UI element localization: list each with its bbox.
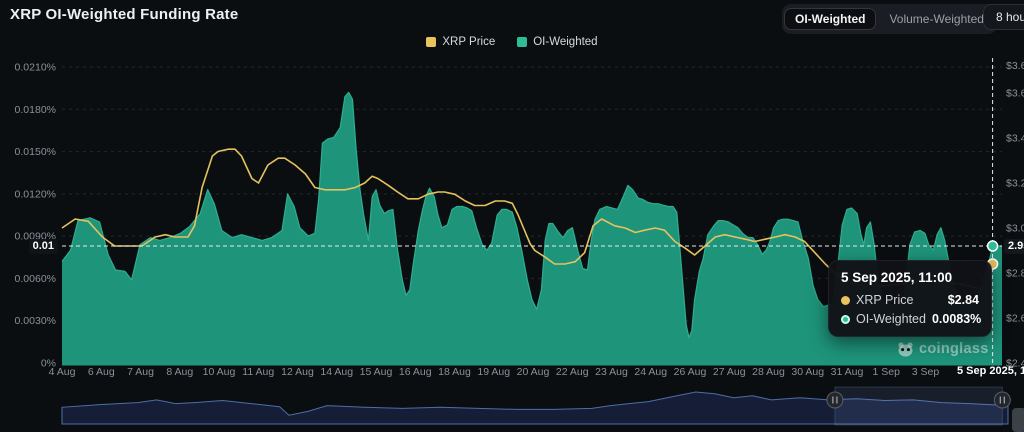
svg-text:0.0150%: 0.0150% [15, 146, 56, 158]
svg-text:20 Aug: 20 Aug [517, 366, 550, 378]
tooltip-value: 0.0083% [932, 312, 981, 326]
navigator-selection[interactable] [835, 387, 1002, 425]
crosshair-date-tag: 5 Sep 2025, 11:00 [957, 365, 1024, 377]
svg-text:10 Aug: 10 Aug [203, 366, 236, 378]
svg-text:0.0120%: 0.0120% [15, 188, 56, 200]
svg-text:1 Sep: 1 Sep [873, 366, 901, 378]
svg-text:$2.8: $2.8 [1006, 268, 1024, 280]
svg-text:18 Aug: 18 Aug [438, 366, 471, 378]
svg-text:$2.6: $2.6 [1006, 313, 1024, 325]
tooltip-row-xrp-price: XRP Price $2.84 [841, 293, 979, 307]
svg-text:$3.0: $3.0 [1006, 223, 1024, 235]
svg-text:$3.6: $3.6 [1006, 88, 1024, 100]
svg-text:11 Aug: 11 Aug [242, 366, 274, 378]
svg-text:28 Aug: 28 Aug [752, 366, 785, 378]
chart-tooltip: 5 Sep 2025, 11:00 XRP Price $2.84 OI-Wei… [828, 260, 992, 337]
svg-text:14 Aug: 14 Aug [320, 366, 353, 378]
tooltip-value: $2.84 [948, 293, 979, 307]
svg-text:4 Aug: 4 Aug [49, 366, 76, 378]
crosshair-left-value-tag: 0.01 [29, 239, 58, 254]
svg-text:0.0060%: 0.0060% [15, 273, 56, 285]
svg-text:30 Aug: 30 Aug [791, 366, 824, 378]
xrp-price-dot-icon [841, 296, 850, 305]
svg-text:22 Aug: 22 Aug [556, 366, 589, 378]
scrollbar-thumb[interactable] [1012, 408, 1024, 432]
svg-text:3 Sep: 3 Sep [912, 366, 940, 378]
navigator[interactable] [62, 387, 1024, 432]
oi-weighted-marker [988, 241, 998, 251]
tooltip-row-oi-weighted: OI-Weighted 0.0083% [841, 312, 979, 326]
funding-rate-page: { "header": { "title": "XRP OI-Weighted … [0, 0, 1024, 432]
oi-weighted-dot-icon [841, 315, 850, 324]
svg-text:23 Aug: 23 Aug [595, 366, 628, 378]
svg-text:24 Aug: 24 Aug [634, 366, 667, 378]
svg-text:16 Aug: 16 Aug [399, 366, 432, 378]
svg-text:0.0030%: 0.0030% [15, 315, 56, 327]
funding-rate-chart[interactable]: 0%0.0030%0.0060%0.0090%0.0120%0.0150%0.0… [0, 0, 1024, 432]
tooltip-label: OI-Weighted [856, 312, 926, 326]
navigator-handle-right[interactable] [994, 392, 1010, 408]
tooltip-timestamp: 5 Sep 2025, 11:00 [841, 270, 979, 285]
svg-text:12 Aug: 12 Aug [281, 366, 314, 378]
svg-text:19 Aug: 19 Aug [477, 366, 510, 378]
watermark-text: coinglass [919, 341, 989, 357]
svg-text:6 Aug: 6 Aug [88, 366, 115, 378]
coinglass-panda-icon [897, 342, 914, 357]
tooltip-label: XRP Price [856, 293, 913, 307]
svg-text:26 Aug: 26 Aug [674, 366, 707, 378]
svg-text:27 Aug: 27 Aug [713, 366, 746, 378]
svg-text:8 Aug: 8 Aug [166, 366, 193, 378]
coinglass-watermark: coinglass [897, 341, 989, 357]
svg-text:7 Aug: 7 Aug [127, 366, 154, 378]
svg-text:$3.2: $3.2 [1006, 178, 1024, 190]
navigator-handle-left[interactable] [827, 392, 843, 408]
svg-text:$3.6: $3.6 [1006, 60, 1024, 72]
svg-text:0.0180%: 0.0180% [15, 104, 56, 116]
svg-text:$3.4: $3.4 [1006, 133, 1024, 145]
crosshair-right-value-tag: 2.95 [1004, 239, 1024, 254]
svg-text:15 Aug: 15 Aug [360, 366, 393, 378]
svg-text:31 Aug: 31 Aug [831, 366, 864, 378]
svg-text:0.0210%: 0.0210% [15, 62, 56, 74]
